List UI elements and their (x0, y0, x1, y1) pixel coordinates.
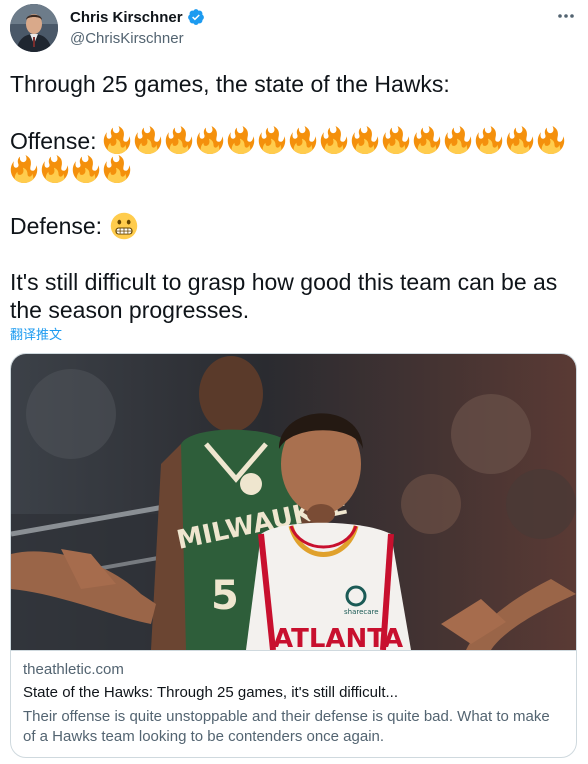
fire-emoji-icon (134, 126, 162, 154)
fire-emoji-icon (196, 126, 224, 154)
defense-label: Defense: (10, 213, 103, 239)
fire-emoji-icon (444, 126, 472, 154)
link-preview-card[interactable]: MILWAUKEE 5 sharecare ATLANTA theathleti… (10, 353, 577, 758)
avatar[interactable] (10, 4, 58, 52)
jersey-number: 5 (211, 573, 239, 619)
defense-line: Defense: (10, 212, 580, 240)
fire-emoji-icon (413, 126, 441, 154)
tweet-line-intro: Through 25 games, the state of the Hawks… (10, 71, 450, 97)
fire-emoji-icon (10, 155, 38, 183)
fire-emoji-icon (258, 126, 286, 154)
fire-emoji-icon (72, 155, 100, 183)
card-title: State of the Hawks: Through 25 games, it… (23, 684, 398, 701)
fire-emoji-icon (475, 126, 503, 154)
offense-label: Offense: (10, 128, 97, 154)
verified-badge-icon (187, 9, 204, 25)
fire-emoji-icon (382, 126, 410, 154)
translate-tweet-link[interactable]: 翻译推文 (10, 324, 62, 343)
grimacing-face-icon (111, 212, 138, 240)
fire-emoji-icon (320, 126, 348, 154)
tweet-line-closing-1: It's still difficult to grasp how good t… (10, 269, 558, 295)
card-body: theathletic.com State of the Hawks: Thro… (11, 650, 576, 757)
card-domain: theathletic.com (23, 661, 124, 678)
fire-emoji-icon (103, 155, 131, 183)
fire-emoji-icon (537, 126, 565, 154)
author-display-name[interactable]: Chris Kirschner (70, 9, 183, 26)
jersey-text-atlanta: ATLANTA (273, 624, 403, 650)
fire-emoji-icon (351, 126, 379, 154)
fire-emoji-icon (41, 155, 69, 183)
sponsor-logo-text: sharecare (344, 608, 379, 616)
more-options-icon[interactable] (556, 6, 576, 26)
offense-line: Offense: (10, 126, 580, 184)
fire-emoji-icon (289, 126, 317, 154)
fire-emoji-icon (227, 126, 255, 154)
fire-emoji-icon (506, 126, 534, 154)
fire-emoji-icon (165, 126, 193, 154)
author-handle[interactable]: @ChrisKirschner (70, 30, 184, 47)
card-description: Their offense is quite unstoppable and t… (23, 708, 550, 745)
tweet-line-closing-2: the season progresses. (10, 297, 250, 323)
card-image: MILWAUKEE 5 sharecare ATLANTA (11, 354, 576, 650)
fire-emoji-icon (103, 126, 131, 154)
tweet-text: Through 25 games, the state of the Hawks… (10, 70, 580, 324)
avatar-photo (10, 4, 58, 52)
